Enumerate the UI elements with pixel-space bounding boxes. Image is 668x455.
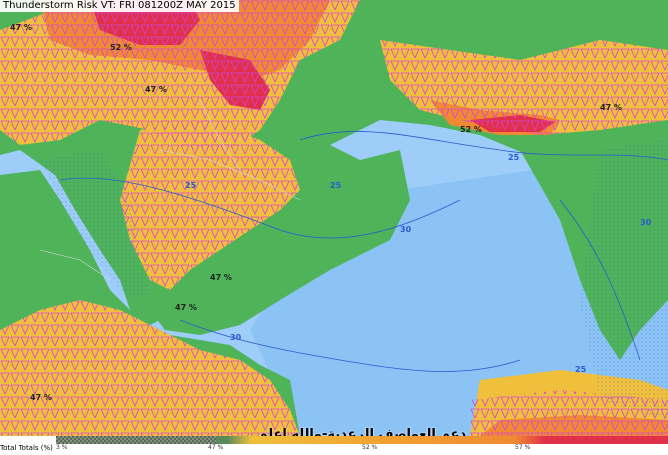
color-legend: Total Totals (%) 3 % 47 % 52 % 57 % [0, 436, 668, 455]
legend-tick: 57 % [515, 444, 531, 451]
legend-color-bar [56, 436, 668, 444]
contour-label-30: 30 [230, 333, 242, 342]
level-label-47: 47 % [10, 23, 32, 32]
level-label-47: 47 % [145, 85, 167, 94]
level-label-47: 47 % [175, 303, 197, 312]
contour-label-25: 25 [185, 181, 197, 190]
legend-tick: 3 % [56, 444, 68, 451]
legend-tick: 47 % [208, 444, 224, 451]
level-label-52: 52 % [460, 125, 482, 134]
map-title: Thunderstorm Risk VT: FRI 081200Z MAY 20… [0, 0, 239, 12]
thunderstorm-risk-map: 25 25 30 30 25 30 25 47 % 47 % 52 % 47 %… [0, 0, 668, 436]
level-label-52: 52 % [110, 43, 132, 52]
contour-label-30: 30 [400, 225, 412, 234]
contour-label-25: 25 [508, 153, 520, 162]
contour-label-25: 25 [330, 181, 342, 190]
legend-tick: 52 % [362, 444, 378, 451]
level-label-47: 47 % [30, 393, 52, 402]
contour-label-30: 30 [640, 218, 652, 227]
level-label-47: 47 % [600, 103, 622, 112]
legend-label: Total Totals (%) [0, 444, 53, 452]
contour-label-25: 25 [575, 365, 587, 374]
level-label-47: 47 % [210, 273, 232, 282]
